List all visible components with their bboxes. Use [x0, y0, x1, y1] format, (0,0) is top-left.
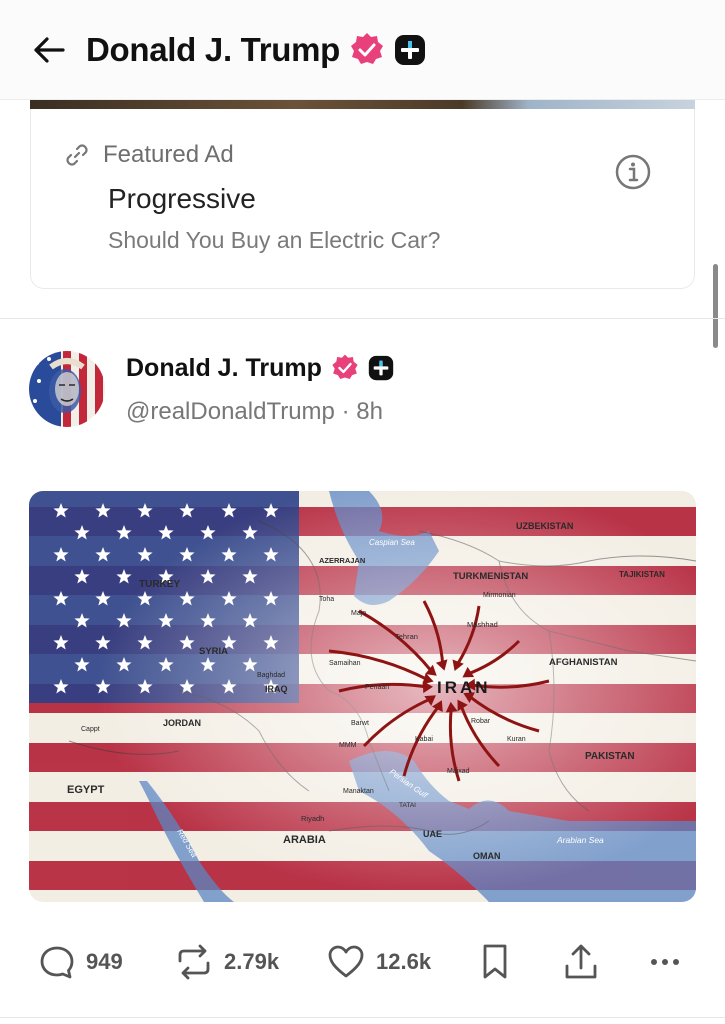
post-handle[interactable]: @realDonaldTrump: [126, 398, 335, 425]
ad-label: Featured Ad: [103, 141, 234, 168]
map-label-syria: SYRIA: [199, 646, 228, 657]
share-button[interactable]: [562, 940, 600, 984]
page-title: Donald J. Trump: [86, 30, 341, 68]
reply-count: 949: [86, 949, 123, 974]
share-icon: [565, 944, 597, 979]
post-author-name[interactable]: Donald J. Trump: [126, 354, 322, 383]
map-label-afghanistan: AFGHANISTAN: [549, 657, 618, 668]
ad-title[interactable]: Progressive: [108, 183, 256, 215]
info-icon[interactable]: [614, 153, 652, 191]
post-action-bar: 949 2.79k 12.6k: [38, 940, 698, 984]
map-label-egypt: EGYPT: [67, 784, 105, 796]
map-label-tajikistan: TAJIKISTAN: [619, 570, 665, 579]
map-label-penaan: Penaan: [365, 684, 389, 691]
like-count: 12.6k: [376, 949, 432, 974]
map-label-robar: Robar: [471, 718, 491, 725]
scrollbar[interactable]: [713, 264, 718, 348]
map-label-uzbekistan: UZBEKISTAN: [516, 521, 573, 531]
like-button[interactable]: 12.6k: [326, 940, 431, 984]
more-button[interactable]: [646, 940, 684, 984]
back-arrow-icon[interactable]: [32, 33, 66, 67]
map-label-mashhad: Mashhad: [467, 620, 498, 629]
map-label-iran: IRAN: [437, 678, 491, 697]
featured-ad-card[interactable]: Featured Ad Progressive Should You Buy a…: [30, 109, 695, 289]
map-label-iraq: IRAQ: [265, 684, 288, 694]
post-meta: @realDonaldTrump · 8h: [126, 398, 383, 426]
plus-badge-icon: [368, 355, 394, 381]
map-label-pakistan: PAKISTAN: [585, 751, 635, 762]
map-label-riyadh: Riyadh: [301, 814, 324, 823]
previous-post-image: [30, 100, 695, 109]
map-label-samaihan: Samaihan: [329, 660, 361, 667]
map-label-tehran: Tehran: [395, 632, 418, 641]
divider: [0, 318, 725, 319]
verified-badge-icon: [330, 353, 360, 383]
verified-badge-icon: [348, 31, 386, 69]
map-label-maixad: Maixad: [447, 768, 470, 775]
map-label-jordan: JORDAN: [163, 718, 201, 728]
map-label-manaktan: Manaktan: [343, 788, 374, 795]
repost-icon: [178, 944, 210, 980]
post-image[interactable]: IRAN UZBEKISTAN TURKMENISTAN TAJIKISTAN …: [29, 491, 696, 902]
post-author-row: Donald J. Trump: [126, 353, 394, 383]
map-label-kuran: Kuran: [507, 736, 526, 743]
map-label-mirmonian: Mirmonian: [483, 592, 516, 599]
repost-button[interactable]: 2.79k: [174, 940, 279, 984]
plus-badge-icon: [394, 34, 426, 66]
bookmark-button[interactable]: [478, 940, 512, 984]
top-bar: Donald J. Trump: [0, 0, 725, 100]
repost-count: 2.79k: [224, 949, 280, 974]
map-label-azerbaijan: AZERRAJAN: [319, 556, 365, 565]
map-label-arabia: ARABIA: [283, 834, 326, 846]
ad-subtitle[interactable]: Should You Buy an Electric Car?: [108, 227, 440, 254]
more-icon: [651, 959, 679, 965]
link-icon: [63, 141, 91, 169]
reply-icon: [40, 946, 74, 979]
map-label-majo: Majo: [351, 610, 366, 617]
meta-separator: ·: [341, 398, 350, 425]
bookmark-icon: [483, 944, 507, 979]
map-label-tatai: TATAI: [399, 802, 416, 809]
heart-icon: [328, 945, 364, 978]
map-label-baghdad: Baghdad: [257, 672, 285, 679]
map-label-barwt: Barwt: [351, 720, 369, 727]
avatar[interactable]: [29, 351, 105, 427]
post-time[interactable]: 8h: [356, 398, 383, 425]
map-label-uae: UAE: [423, 829, 442, 839]
map-label-caspian: Caspian Sea: [369, 538, 415, 547]
map-label-turkmenistan: TURKMENISTAN: [453, 571, 528, 582]
map-label-toha: Toha: [319, 596, 334, 603]
map-label-kabai: Kabai: [415, 736, 433, 743]
map-label-mmm: MMM: [339, 742, 357, 749]
ad-label-row: Featured Ad: [63, 141, 234, 169]
map-label-oman: OMAN: [473, 851, 501, 861]
map-label-cappt: Cappt: [81, 726, 100, 733]
map-label-arabian-sea: Arabian Sea: [556, 835, 604, 845]
map-label-turkey: TURKEY: [139, 579, 180, 590]
divider: [0, 1017, 725, 1018]
reply-button[interactable]: 949: [38, 940, 123, 984]
